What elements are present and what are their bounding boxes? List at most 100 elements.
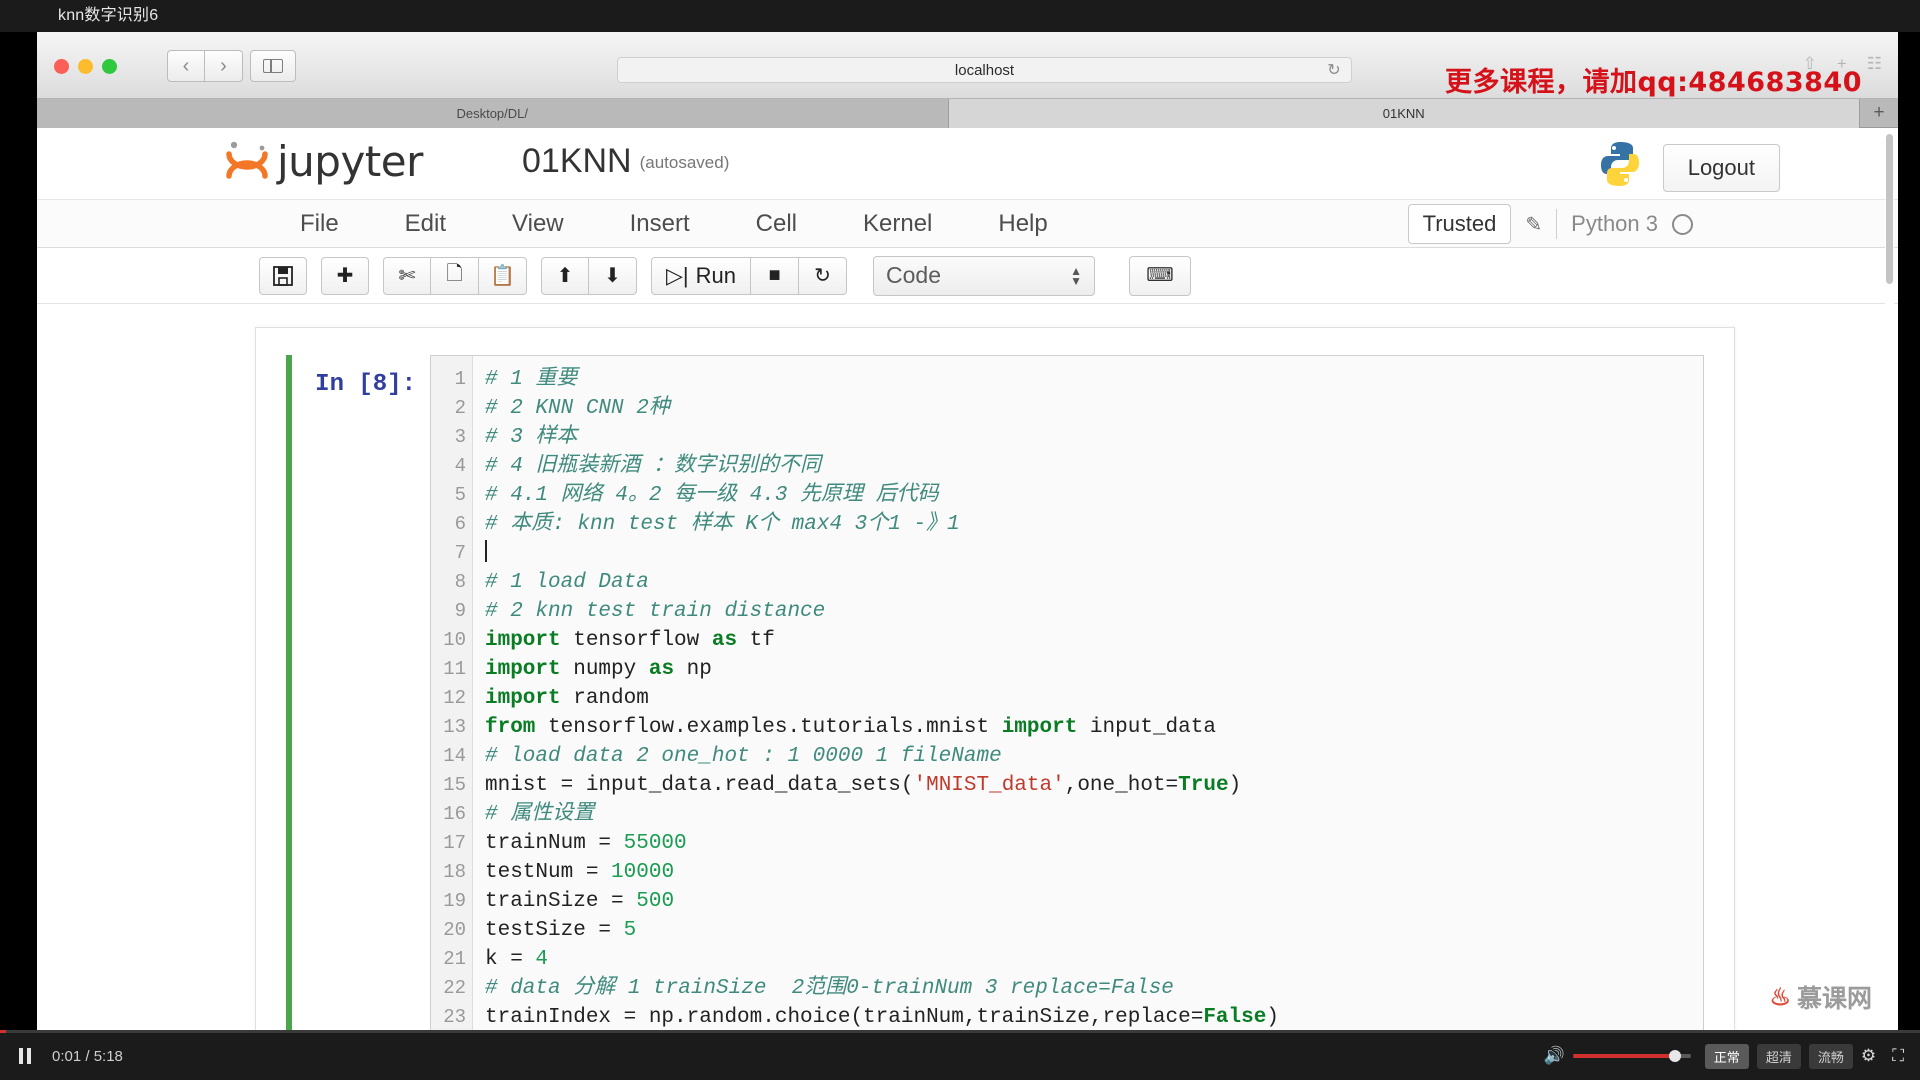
code-token: False — [1203, 1006, 1267, 1029]
code-token: # 1 load Data — [485, 571, 649, 594]
menu-file[interactable]: File — [267, 200, 372, 248]
trusted-badge[interactable]: Trusted — [1407, 204, 1512, 244]
pencil-icon[interactable]: ✎ — [1525, 212, 1542, 237]
zoom-window-icon[interactable] — [102, 59, 117, 74]
flame-icon: ♨ — [1769, 983, 1791, 1011]
cell-type-select[interactable]: Code ▲ ▼ — [873, 255, 1095, 296]
pause-icon[interactable] — [12, 1048, 38, 1064]
menu-view[interactable]: View — [479, 200, 597, 248]
sidebar-toggle-icon[interactable] — [250, 50, 296, 82]
code-token: as — [711, 629, 738, 652]
code-token: random — [560, 687, 649, 710]
notebook-scrollbar[interactable] — [1885, 128, 1894, 1031]
stop-square-icon[interactable]: ■ — [751, 256, 799, 295]
code-token: 55000 — [623, 832, 687, 855]
scissors-icon[interactable]: ✄ — [383, 256, 431, 295]
line-number: 10 — [443, 629, 466, 651]
code-token: # 属性设置 — [485, 803, 595, 826]
quality-hd-button[interactable]: 超清 — [1756, 1043, 1801, 1069]
logout-button[interactable]: Logout — [1662, 144, 1780, 192]
window-traffic-lights — [54, 59, 117, 74]
line-number: 15 — [443, 774, 466, 796]
arrow-down-icon[interactable]: ⬇ — [589, 256, 637, 295]
new-tab-button[interactable]: + — [1860, 99, 1898, 127]
code-token: np — [674, 658, 712, 681]
back-icon[interactable]: ‹ — [167, 50, 205, 82]
chevron-updown-icon: ▲ ▼ — [1070, 263, 1082, 288]
code-line: mnist = input_data.read_data_sets('MNIST… — [485, 771, 1703, 800]
code-token: from — [485, 716, 536, 739]
line-number: 23 — [443, 1006, 466, 1028]
keyboard-icon[interactable]: ⌨ — [1129, 255, 1191, 296]
restart-circular-arrow-icon[interactable]: ↻ — [799, 256, 847, 295]
notebook-name[interactable]: 01KNN — [522, 142, 632, 181]
code-line: trainSize = 500 — [485, 887, 1703, 916]
cell-type-value: Code — [886, 262, 941, 288]
copy-icon[interactable]: 🗋 — [431, 256, 479, 295]
line-number: 11 — [443, 658, 466, 680]
code-token: testSize = — [485, 919, 624, 942]
playback-progress-track[interactable] — [0, 1030, 1920, 1033]
cell-prompt: In [8]: — [315, 371, 416, 398]
paste-icon[interactable]: 📋 — [479, 256, 527, 295]
line-number: 18 — [443, 861, 466, 883]
code-token: # 3 样本 — [485, 426, 578, 449]
show-tabs-icon[interactable]: ☷ — [1867, 54, 1882, 74]
menu-edit[interactable]: Edit — [372, 200, 479, 248]
reload-icon[interactable]: ↻ — [1325, 62, 1343, 80]
jupyter-toolbar: ✚ ✄ 🗋 📋 ⬆ ⬇ ▷| Run ■ ↻ Code ▲ ▼ ⌨ — [37, 248, 1898, 304]
line-number: 1 — [454, 368, 466, 390]
code-token: import — [485, 629, 561, 652]
menu-insert[interactable]: Insert — [597, 200, 723, 248]
forward-icon[interactable]: › — [205, 50, 243, 82]
menu-cell[interactable]: Cell — [723, 200, 830, 248]
jupyter-brand[interactable]: jupyter — [222, 137, 423, 186]
kernel-name: Python 3 — [1571, 211, 1658, 236]
line-number: 16 — [443, 803, 466, 825]
browser-chrome: ‹ › localhost ↻ ⇧ + ☷ 更多课程，请加qq:48468384… — [37, 32, 1898, 99]
cell-input-area[interactable]: 1 2 3 4 5 6 7 8 9 10 11 12 13 14 15 16 17 18 19 20 21 22 23 # … — [430, 355, 1704, 1031]
fullscreen-icon[interactable]: ⛶ — [1892, 1046, 1904, 1066]
code-line: testSize = 5 — [485, 916, 1703, 945]
code-line: testNum = 10000 — [485, 858, 1703, 887]
volume-track[interactable] — [1572, 1050, 1691, 1062]
close-window-icon[interactable] — [54, 59, 69, 74]
run-button[interactable]: ▷| Run — [651, 256, 751, 295]
code-line: import numpy as np — [485, 655, 1703, 684]
jupyter-header: jupyter 01KNN (autosaved) Logout — [37, 128, 1898, 200]
quality-smooth-button[interactable]: 流畅 — [1808, 1043, 1853, 1069]
code-token: trainIndex = np.random.choice(trainNum,t… — [485, 1006, 1204, 1029]
volume-knob[interactable] — [1668, 1050, 1681, 1062]
letterbox-right — [1898, 32, 1920, 1036]
code-line: # 4.1 网络 4。2 每一级 4.3 先原理 后代码 — [485, 481, 1703, 510]
volume-control[interactable]: 🔊 — [1544, 1046, 1691, 1066]
code-token: 4 — [535, 948, 549, 971]
line-number: 13 — [443, 716, 466, 738]
line-number: 12 — [443, 687, 466, 709]
code-token: # 4.1 网络 4。2 每一级 4.3 先原理 后代码 — [485, 484, 939, 507]
tab-01knn[interactable]: 01KNN — [948, 99, 1860, 128]
code-token: trainSize = — [485, 890, 637, 913]
imooc-watermark: ♨ 慕课网 — [1769, 979, 1872, 1015]
code-token: True — [1178, 774, 1229, 797]
tab-desktop-dl[interactable]: Desktop/DL/ — [37, 99, 949, 128]
code-token: 10000 — [611, 861, 675, 884]
arrow-up-icon[interactable]: ⬆ — [541, 256, 589, 295]
code-editor[interactable]: # 1 重要 # 2 KNN CNN 2种 # 3 样本 # 4 旧瓶装新酒 ：数字识… — [473, 356, 1703, 1031]
code-cell[interactable]: In [8]: 1 2 3 4 5 6 7 8 9 10 11 12 13 14 15 16 17 18 19 20 2… — [286, 355, 1704, 1031]
line-number: 14 — [443, 745, 466, 767]
gear-icon[interactable]: ⚙ — [1861, 1046, 1876, 1066]
kernel-idle-circle-icon — [1672, 213, 1693, 235]
plus-icon[interactable]: ✚ — [321, 256, 369, 295]
floppy-disk-icon[interactable] — [259, 256, 307, 295]
menu-help[interactable]: Help — [965, 200, 1080, 248]
browser-window: ‹ › localhost ↻ ⇧ + ☷ 更多课程，请加qq:48468384… — [37, 32, 1898, 1032]
scrollbar-thumb[interactable] — [1886, 134, 1893, 284]
line-number: 7 — [454, 542, 466, 564]
minimize-window-icon[interactable] — [78, 59, 93, 74]
address-bar[interactable]: localhost ↻ — [617, 57, 1352, 83]
menu-kernel[interactable]: Kernel — [830, 200, 965, 248]
notebook-body: In [8]: 1 2 3 4 5 6 7 8 9 10 11 12 13 14 15 16 17 18 19 20 2… — [37, 304, 1898, 1031]
speaker-icon[interactable]: 🔊 — [1544, 1046, 1565, 1066]
quality-normal-button[interactable]: 正常 — [1704, 1043, 1749, 1069]
